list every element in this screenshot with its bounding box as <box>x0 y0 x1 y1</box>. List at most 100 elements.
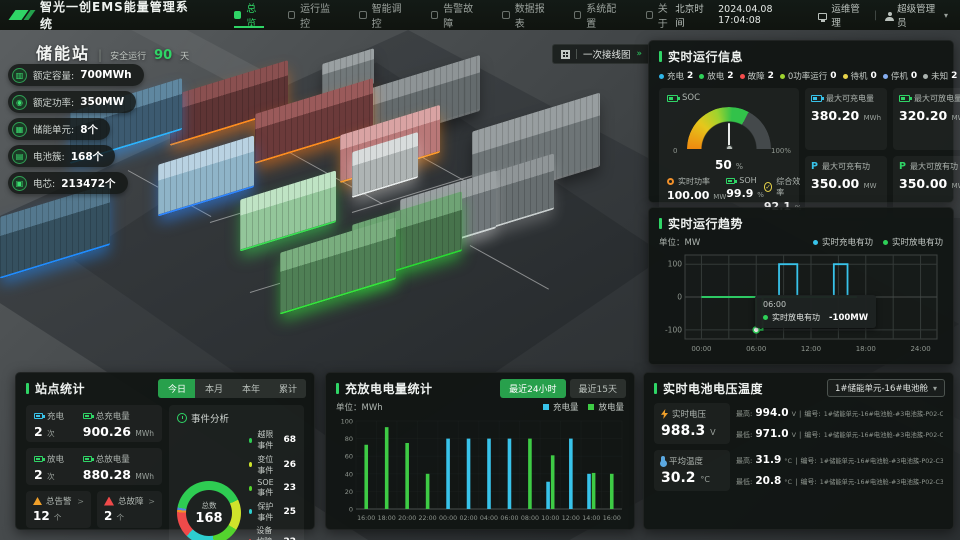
status-unknown: 未知2 <box>923 70 957 82</box>
voltage-card: 实时电压 988.3 V <box>654 403 730 444</box>
thermometer-icon <box>661 456 665 465</box>
title-bar <box>659 218 662 229</box>
site-body: 充电 2 次 总充电量 900.26 MWh 放电 2 次 总放电量 880.2… <box>26 405 304 540</box>
svg-text:0: 0 <box>349 506 353 514</box>
svg-text:24:00: 24:00 <box>910 345 930 353</box>
event-analysis-card: 事件分析 总数 168 越限事件68 变位事件26 SOE事件23 保护事件25… <box>169 405 304 540</box>
energy-legend: 充电量 放电量 <box>543 401 624 413</box>
voltage-block: 实时电压 988.3 V 最高:994.0V|编号:1#储能单元-16#电池舱-… <box>654 403 943 444</box>
site-left: 充电 2 次 总充电量 900.26 MWh 放电 2 次 总放电量 880.2… <box>26 405 162 540</box>
lightning-icon <box>661 409 668 419</box>
user-icon <box>885 12 893 21</box>
grid-icon <box>561 50 570 59</box>
station-stats: ▥额定容量:700MWh ◉额定功率:350MW ▦储能单元:8个 ▤电池簇:1… <box>8 64 144 194</box>
energy-bar-chart[interactable]: 02040608010016:0018:0020:0022:0000:0002:… <box>336 413 624 527</box>
svg-text:02:00: 02:00 <box>459 515 477 522</box>
legend-charge: 充电量 <box>543 401 579 413</box>
battery-icon <box>34 456 43 462</box>
cluster-icon: ▤ <box>12 149 27 164</box>
nav-item-reports[interactable]: 数据报表 <box>502 0 550 30</box>
about-icon <box>646 11 653 19</box>
svg-text:100: 100 <box>668 260 683 269</box>
alarms-icon <box>431 11 438 19</box>
temperature-block: 平均温度 30.2 °C 最高:31.9°C|编号:1#储能单元-16#电池舱-… <box>654 450 943 491</box>
tab-today[interactable]: 今日 <box>158 379 195 398</box>
unit-label: 单位：MWh <box>336 401 383 413</box>
info-cards: 最大可充电量 380.20 MWh 最大可放电量 320.20 MWh P最大可… <box>805 88 960 218</box>
discharge-count: 放电 2 次 <box>34 453 64 480</box>
event-legend: 越限事件68 变位事件26 SOE事件23 保护事件25 设备故障事件22 设备… <box>249 429 296 540</box>
soc-gauge: 0 100% <box>667 105 791 157</box>
donut-center: 总数 168 <box>177 481 241 540</box>
trend-meta: 单位：MW 实时充电有功 实时放电有功 <box>659 236 943 248</box>
nav-item-label: 告警故障 <box>443 0 478 30</box>
legend-item: 越限事件68 <box>249 429 296 451</box>
monitoring-icon <box>288 11 295 19</box>
stat-capacity: ▥额定容量:700MWh <box>8 64 144 86</box>
status-fault: 故障2 <box>740 70 774 82</box>
nav-item-about[interactable]: 关于 <box>646 0 676 30</box>
nav-item-alarms[interactable]: 告警故障 <box>431 0 479 30</box>
reports-icon <box>502 11 509 19</box>
tab-total[interactable]: 累计 <box>269 379 306 398</box>
svg-text:100: 100 <box>341 418 353 426</box>
soc-value: 50 % <box>667 158 791 172</box>
legend-dot <box>249 486 252 491</box>
status-charging: 充电2 <box>659 70 693 82</box>
events-body: 总数 168 越限事件68 变位事件26 SOE事件23 保护事件25 设备故障… <box>177 429 296 540</box>
status-dot <box>843 74 848 79</box>
trend-chart[interactable]: 1000-10000:0006:0012:0018:0024:00 06:00 … <box>659 249 943 359</box>
status-dot <box>740 74 745 79</box>
soc-label-row: SOC <box>667 93 791 103</box>
realtime-info-panel: 实时运行信息 充电2 放电2 故障2 0功率运行0 待机0 停机0 未知2 SO… <box>648 40 954 203</box>
total-alarms-card[interactable]: 总告警> 12 个 <box>26 491 91 528</box>
range-15d-button[interactable]: 最近15天 <box>570 379 626 398</box>
charge-stat-card: 充电 2 次 总充电量 900.26 MWh <box>26 405 162 442</box>
battery-icon <box>83 456 92 462</box>
nav-item-settings[interactable]: 系统配置 <box>574 0 622 30</box>
svg-text:10:00: 10:00 <box>541 515 559 522</box>
legend-item: SOE事件23 <box>249 478 296 498</box>
status-standby: 待机0 <box>843 70 877 82</box>
legend-dot <box>249 462 252 467</box>
ops-label: 运维管理 <box>831 1 866 29</box>
nav-item-label: 智能调控 <box>372 0 407 30</box>
bell-icon <box>33 497 42 505</box>
nav-item-overview[interactable]: 总览 <box>234 0 264 30</box>
battery-icon <box>34 413 43 419</box>
tab-month[interactable]: 本月 <box>195 379 232 398</box>
divider <box>576 49 577 59</box>
trend-panel: 实时运行趋势 单位：MW 实时充电有功 实时放电有功 1000-10000:00… <box>648 207 954 365</box>
status-zero-power: 0功率运行0 <box>780 70 837 82</box>
nav-item-monitoring[interactable]: 运行监控 <box>288 0 336 30</box>
nav-right: 北京时间 2024.04.08 17:04:08 运维管理 | 超级管理员 ▾ <box>675 1 948 29</box>
svg-text:12:00: 12:00 <box>562 515 580 522</box>
legend-dot <box>249 438 252 443</box>
discharge-stat-card: 放电 2 次 总放电量 880.28 MWh <box>26 448 162 485</box>
svg-text:40: 40 <box>345 470 353 478</box>
range-buttons: 最近24小时 最近15天 <box>500 379 626 398</box>
monitor-icon <box>818 13 827 20</box>
svg-text:16:00: 16:00 <box>357 515 375 522</box>
range-24h-button[interactable]: 最近24小时 <box>500 379 565 398</box>
battery-panel: 实时电池电压温度 1#储能单元-16#电池舱 ▾ 实时电压 988.3 V 最高… <box>643 372 954 530</box>
trend-legend: 实时充电有功 实时放电有功 <box>813 236 943 248</box>
status-stopped: 停机0 <box>883 70 917 82</box>
site-stats-panel: 站点统计 今日 本月 本年 累计 充电 2 次 总充电量 900.26 MWh … <box>15 372 315 530</box>
legend-item: 设备故障事件22 <box>249 525 296 540</box>
discharge-total: 总放电量 880.28 MWh <box>83 453 154 480</box>
temperature-card: 平均温度 30.2 °C <box>654 450 730 491</box>
nav-item-dispatch[interactable]: 智能调控 <box>359 0 407 30</box>
clock-icon <box>177 413 187 423</box>
unit-selector-dropdown[interactable]: 1#储能单元-16#电池舱 ▾ <box>827 379 945 397</box>
panel-title: 实时运行信息 <box>659 48 943 65</box>
battery-icon <box>726 178 735 184</box>
wiring-diagram-button[interactable]: 一次接线图 » <box>552 44 651 64</box>
total-faults-card[interactable]: 总故障> 2 个 <box>97 491 162 528</box>
ops-management-button[interactable]: 运维管理 <box>818 1 866 29</box>
svg-text:18:00: 18:00 <box>856 345 876 353</box>
user-menu[interactable]: 超级管理员 ▾ <box>885 1 948 29</box>
p-icon: P <box>811 161 818 172</box>
tab-year[interactable]: 本年 <box>232 379 269 398</box>
safe-run-days: 90 <box>154 48 172 63</box>
